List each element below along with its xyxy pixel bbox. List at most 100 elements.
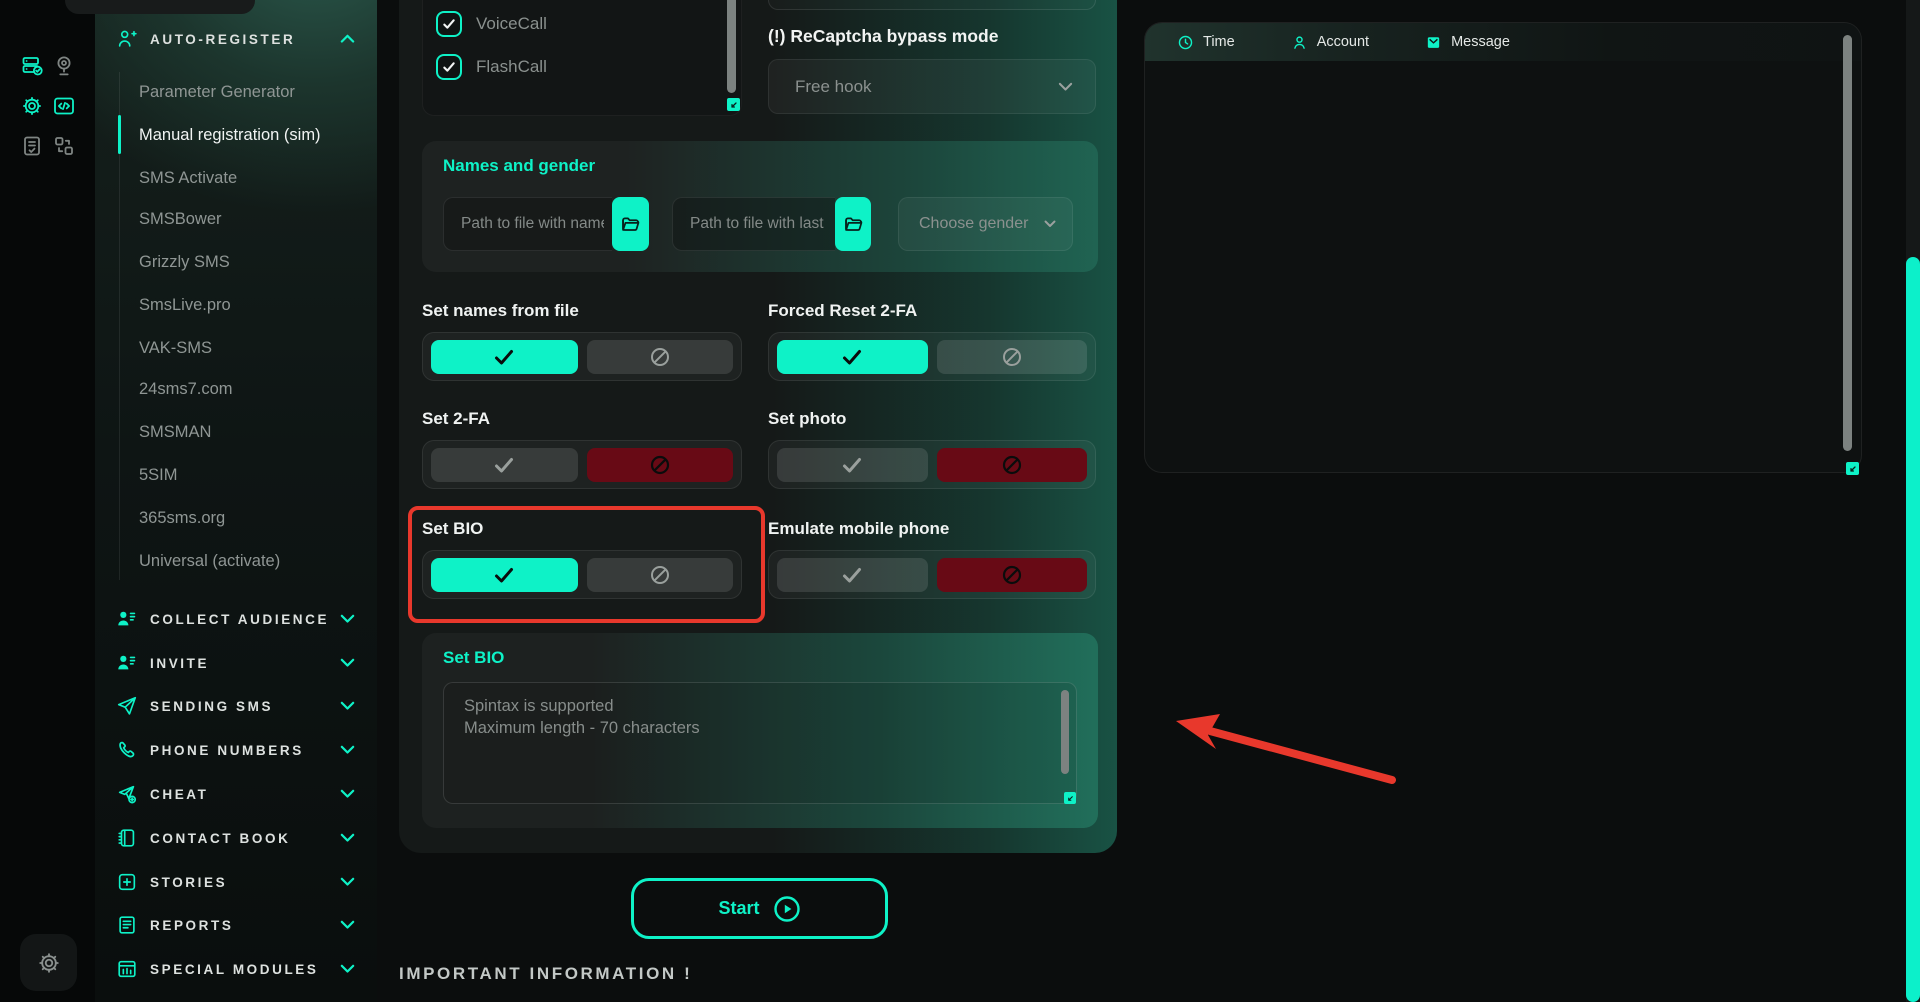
sidebar-item-sms-activate[interactable]: SMS Activate [139,165,237,191]
sidebar-item-5sim[interactable]: 5SIM [139,462,178,488]
checkbox-checked-icon[interactable] [436,54,462,80]
toggle-yes-button[interactable] [431,558,578,592]
chevron-down-icon [1044,220,1056,228]
column-time[interactable]: Time [1177,34,1235,51]
toggle-yes-button[interactable] [431,340,578,374]
settings-button[interactable] [20,934,77,991]
names-gender-panel: Names and gender Choose gender [422,141,1098,272]
column-account[interactable]: Account [1291,34,1369,51]
toggle-no-button[interactable] [937,448,1088,482]
checkbox-label: FlashCall [476,57,547,77]
toggle-label: Emulate mobile phone [768,519,949,539]
sidebar-item-grizzly-sms[interactable]: Grizzly SMS [139,249,230,275]
prohibition-icon [648,345,672,369]
toggle-no-button[interactable] [937,558,1088,592]
sidebar-section-collect-audience[interactable]: COLLECT AUDIENCE [95,606,377,632]
code-window-icon[interactable] [52,94,76,118]
chevron-down-icon [340,833,355,843]
sidebar-item-365sms[interactable]: 365sms.org [139,505,225,531]
start-button[interactable]: Start [631,878,888,939]
recaptcha-mode-select[interactable]: Free hook [768,59,1096,114]
bio-textarea[interactable] [443,682,1077,804]
section-label: PHONE NUMBERS [150,743,304,758]
sidebar-section-auto-register[interactable]: AUTO-REGISTER [95,26,377,52]
toggle-label: Set BIO [422,519,483,539]
toggle-label: Forced Reset 2-FA [768,301,917,321]
start-button-label: Start [718,898,759,919]
prohibition-icon [1000,453,1024,477]
check-icon [840,345,864,369]
textarea-scrollbar[interactable] [1061,690,1069,774]
voicecall-checkbox-row[interactable]: VoiceCall [436,10,547,38]
panel-scrollbar[interactable] [727,0,736,93]
page-scrollbar-track[interactable] [1906,0,1920,1002]
sidebar-section-special-modules[interactable]: SPECIAL MODULES [95,956,377,982]
prohibition-icon [1000,345,1024,369]
toggle-no-button[interactable] [587,340,734,374]
sidebar-section-contact-book[interactable]: CONTACT BOOK [95,825,377,851]
prohibition-icon [1000,563,1024,587]
sidebar: AUTO-REGISTER Parameter Generator Manual… [95,0,377,1002]
sidebar-section-cheat[interactable]: CHEAT [95,781,377,807]
sidebar-item-24sms7[interactable]: 24sms7.com [139,376,233,402]
chevron-up-icon [340,34,355,44]
checkbox-checked-icon[interactable] [436,11,462,37]
column-message[interactable]: Message [1425,34,1510,51]
chevron-down-icon [340,789,355,799]
section-label: COLLECT AUDIENCE [150,612,329,627]
toggle-yes-button[interactable] [431,448,578,482]
log-table-header: Time Account Message [1145,23,1861,61]
resize-handle-icon[interactable] [1846,462,1859,475]
log-scrollbar[interactable] [1843,35,1852,451]
selected-value: Choose gender [919,215,1028,233]
settings-gear-icon[interactable] [20,94,44,118]
toggle-label: Set names from file [422,301,579,321]
section-label: REPORTS [150,918,233,933]
sidebar-item-universal-activate[interactable]: Universal (activate) [139,548,280,574]
notebook-icon [116,827,138,849]
toggle-set-bio [422,550,742,599]
sidebar-item-parameter-generator[interactable]: Parameter Generator [139,79,295,105]
sidebar-section-reports[interactable]: REPORTS [95,912,377,938]
toggle-yes-button[interactable] [777,340,928,374]
send-icon [116,695,138,717]
toggle-no-button[interactable] [587,558,734,592]
chevron-down-icon [340,964,355,974]
toggle-no-button[interactable] [587,448,734,482]
last-names-path-input[interactable] [672,197,835,251]
section-label: SPECIAL MODULES [150,962,319,977]
important-information-heading: IMPORTANT INFORMATION ! [399,964,692,984]
flashcall-checkbox-row[interactable]: FlashCall [436,53,547,81]
server-check-icon[interactable] [20,54,44,78]
page-scrollbar-thumb[interactable] [1906,257,1920,1002]
column-label: Account [1317,34,1369,50]
sidebar-item-smsbower[interactable]: SMSBower [139,206,222,232]
cropped-input-field[interactable] [768,0,1096,10]
gear-icon [36,950,62,976]
folder-icon[interactable] [835,197,871,251]
folder-icon[interactable] [612,197,649,251]
sidebar-item-smslive-pro[interactable]: SmsLive.pro [139,292,231,318]
mail-icon [1425,34,1442,51]
column-label: Time [1203,34,1235,50]
sidebar-item-vak-sms[interactable]: VAK-SMS [139,335,212,361]
play-circle-icon [773,895,801,923]
first-names-path-input[interactable] [443,197,612,251]
webcam-icon[interactable] [52,54,76,78]
gender-select[interactable]: Choose gender [898,197,1073,251]
sidebar-item-smsman[interactable]: SMSMAN [139,419,211,445]
sidebar-section-invite[interactable]: INVITE [95,650,377,676]
document-check-icon[interactable] [20,134,44,158]
toggle-no-button[interactable] [937,340,1088,374]
clock-icon [1177,34,1194,51]
selected-value: Free hook [795,77,872,97]
sidebar-section-sending-sms[interactable]: SENDING SMS [95,693,377,719]
toggle-yes-button[interactable] [777,558,928,592]
resize-handle-icon[interactable] [1064,792,1076,804]
toggle-yes-button[interactable] [777,448,928,482]
sidebar-section-phone-numbers[interactable]: PHONE NUMBERS [95,737,377,763]
sidebar-item-manual-registration[interactable]: Manual registration (sim) [139,122,321,148]
sidebar-section-stories[interactable]: STORIES [95,869,377,895]
swap-icon[interactable] [52,134,76,158]
resize-handle-icon[interactable] [727,98,740,111]
